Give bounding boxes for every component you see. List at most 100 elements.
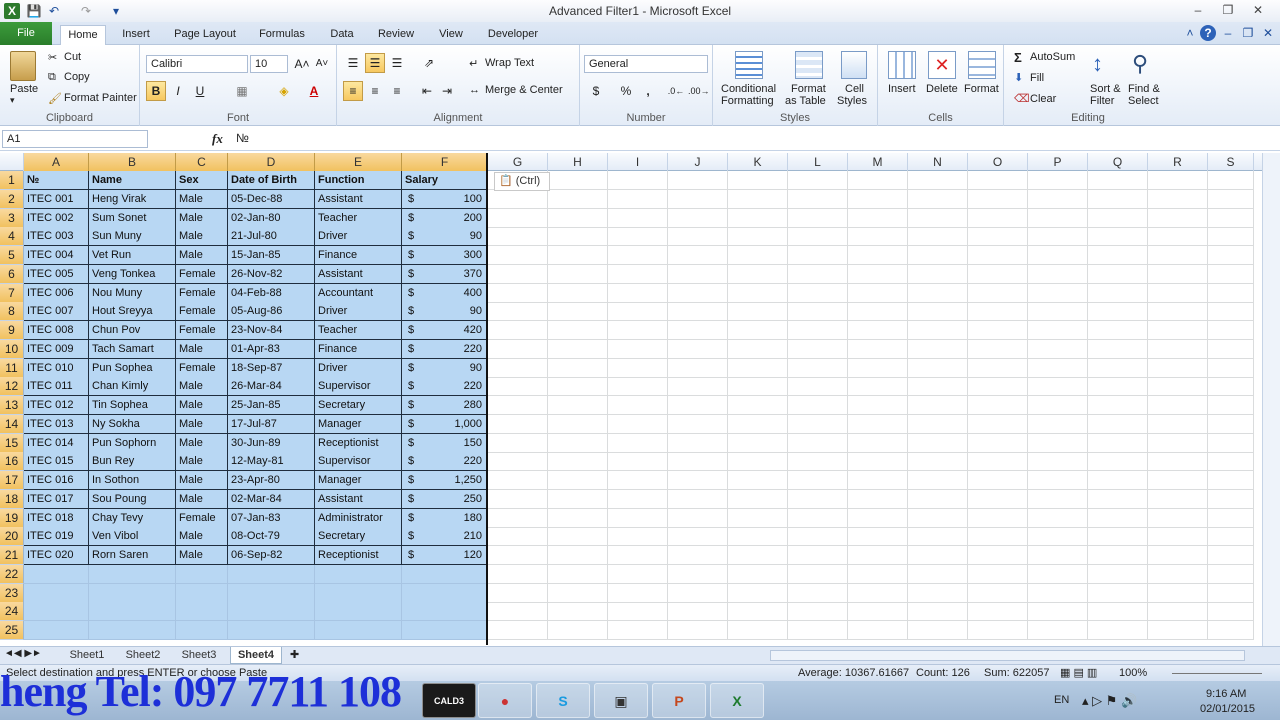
cell[interactable] xyxy=(1208,583,1254,603)
cell[interactable] xyxy=(668,358,728,378)
cell[interactable]: 17-Jul-87 xyxy=(228,414,315,434)
align-top-icon[interactable]: ☰ xyxy=(343,53,363,73)
find-select-label[interactable]: Find & xyxy=(1128,83,1160,95)
cell[interactable]: Driver xyxy=(315,358,402,378)
cell[interactable] xyxy=(788,208,848,228)
cell[interactable]: 23-Apr-80 xyxy=(228,471,315,490)
insert-sheet-icon[interactable]: ✚ xyxy=(290,648,299,661)
cell[interactable] xyxy=(1088,583,1148,603)
cell[interactable] xyxy=(488,264,548,284)
cell-styles-label2[interactable]: Styles xyxy=(837,95,867,107)
cell[interactable] xyxy=(24,621,89,640)
cell[interactable] xyxy=(848,471,908,490)
format-painter-button[interactable]: Format Painter xyxy=(64,92,137,104)
cell[interactable] xyxy=(788,283,848,303)
cell[interactable]: Finance xyxy=(315,246,402,265)
cell[interactable] xyxy=(548,452,608,472)
cell[interactable] xyxy=(176,564,228,584)
cell[interactable]: Male xyxy=(176,489,228,509)
cell[interactable] xyxy=(968,189,1028,209)
cell[interactable] xyxy=(908,508,968,528)
cell[interactable] xyxy=(908,377,968,397)
cell[interactable] xyxy=(908,414,968,434)
vertical-scrollbar[interactable] xyxy=(1262,153,1280,646)
format-as-table-label[interactable]: Format xyxy=(791,83,826,95)
cell[interactable] xyxy=(1208,264,1254,284)
cell[interactable] xyxy=(548,489,608,509)
cell[interactable] xyxy=(908,621,968,640)
cell[interactable] xyxy=(1208,621,1254,640)
cell[interactable] xyxy=(668,377,728,397)
cell[interactable] xyxy=(228,621,315,640)
cell[interactable]: Manager xyxy=(315,414,402,434)
insert-function-icon[interactable]: fx xyxy=(212,131,223,147)
percent-button[interactable]: % xyxy=(616,81,636,101)
cell[interactable] xyxy=(788,264,848,284)
cell-styles-icon[interactable] xyxy=(841,51,867,79)
cell[interactable] xyxy=(1148,189,1208,209)
cell[interactable] xyxy=(1088,377,1148,397)
row-header[interactable]: 8 xyxy=(0,302,24,322)
cell[interactable] xyxy=(668,227,728,247)
cell[interactable]: 01-Apr-83 xyxy=(228,339,315,359)
cell[interactable]: 15-Jan-85 xyxy=(228,246,315,265)
cell[interactable] xyxy=(968,433,1028,453)
cell[interactable] xyxy=(1028,414,1088,434)
cell[interactable] xyxy=(848,358,908,378)
column-header-r[interactable]: R xyxy=(1148,153,1208,171)
cell[interactable] xyxy=(608,396,668,415)
autosum-button[interactable]: AutoSum xyxy=(1030,51,1075,63)
cell[interactable] xyxy=(1148,302,1208,322)
cell[interactable] xyxy=(608,321,668,340)
cell[interactable] xyxy=(488,621,548,640)
cell[interactable]: 26-Mar-84 xyxy=(228,377,315,397)
cell[interactable] xyxy=(1088,546,1148,565)
cell[interactable]: Ny Sokha xyxy=(89,414,176,434)
cell[interactable] xyxy=(1208,527,1254,547)
align-center-icon[interactable]: ≡ xyxy=(365,81,385,101)
cell[interactable]: Driver xyxy=(315,227,402,247)
cell[interactable] xyxy=(728,358,788,378)
cell[interactable]: Veng Tonkea xyxy=(89,264,176,284)
tab-developer[interactable]: Developer xyxy=(482,25,544,45)
tab-review[interactable]: Review xyxy=(372,25,420,45)
cell[interactable] xyxy=(788,339,848,359)
cell[interactable] xyxy=(1208,546,1254,565)
column-header-l[interactable]: L xyxy=(788,153,848,171)
cell[interactable]: Pun Sophorn xyxy=(89,433,176,453)
cell[interactable] xyxy=(1208,396,1254,415)
cell[interactable] xyxy=(548,564,608,584)
cell[interactable] xyxy=(608,489,668,509)
cell[interactable]: 18-Sep-87 xyxy=(228,358,315,378)
fill-icon[interactable]: ⬇ xyxy=(1014,71,1023,84)
cell[interactable] xyxy=(728,189,788,209)
cell[interactable]: Bun Rey xyxy=(89,452,176,472)
cell[interactable] xyxy=(728,471,788,490)
sheet-tab-sheet3[interactable]: Sheet3 xyxy=(174,647,224,664)
cell[interactable] xyxy=(728,339,788,359)
cell[interactable]: Rorn Saren xyxy=(89,546,176,565)
cell[interactable] xyxy=(668,321,728,340)
cell[interactable]: $220 xyxy=(402,452,488,472)
cell[interactable]: Teacher xyxy=(315,321,402,340)
cell[interactable]: $210 xyxy=(402,527,488,547)
cell[interactable] xyxy=(968,621,1028,640)
zoom-level[interactable]: 100% xyxy=(1119,667,1147,679)
fill-button[interactable]: Fill xyxy=(1030,72,1044,84)
cell[interactable] xyxy=(488,583,548,603)
cell[interactable] xyxy=(1088,414,1148,434)
cell[interactable]: Male xyxy=(176,546,228,565)
cell[interactable]: Heng Virak xyxy=(89,189,176,209)
cell[interactable]: ITEC 013 xyxy=(24,414,89,434)
column-header-s[interactable]: S xyxy=(1208,153,1254,171)
cell[interactable]: Pun Sophea xyxy=(89,358,176,378)
cell[interactable] xyxy=(608,171,668,190)
borders-icon[interactable]: ▦ xyxy=(232,81,252,101)
cell[interactable]: Female xyxy=(176,508,228,528)
cell[interactable]: $400 xyxy=(402,283,488,303)
tab-data[interactable]: Data xyxy=(324,25,360,45)
cell[interactable] xyxy=(728,396,788,415)
cell[interactable]: $200 xyxy=(402,208,488,228)
cell[interactable] xyxy=(848,621,908,640)
cell[interactable]: № xyxy=(24,171,89,190)
